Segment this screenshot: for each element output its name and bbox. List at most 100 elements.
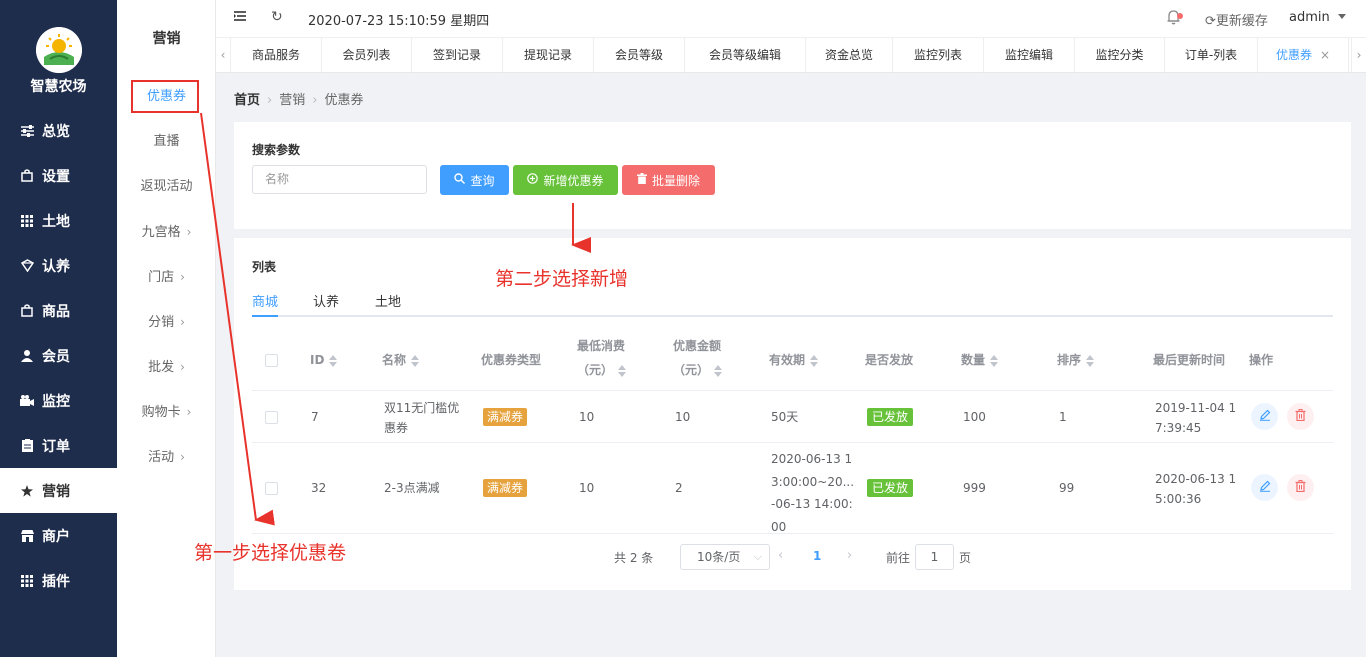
subnav-item-live[interactable]: 直播: [117, 132, 216, 152]
refresh-icon[interactable]: ↻: [271, 9, 283, 25]
page-unit-label: 页: [959, 551, 972, 565]
chevron-right-icon: ›: [186, 225, 192, 239]
batch-delete-button[interactable]: 批量删除: [622, 165, 715, 195]
edit-button[interactable]: [1251, 474, 1278, 501]
camera-icon: [20, 394, 34, 408]
tab-scroll-right-icon[interactable]: ›: [1351, 38, 1366, 73]
subnav-item-store[interactable]: 门店 ›: [117, 267, 216, 287]
add-coupon-button[interactable]: 新增优惠券: [513, 165, 618, 195]
query-label: 查询: [470, 173, 495, 188]
caret-down-icon[interactable]: [1338, 14, 1346, 19]
tab-member-level-edit[interactable]: 会员等级编辑: [685, 38, 806, 73]
nav-item-adopt[interactable]: 认养: [0, 243, 117, 288]
subnav-item-lottery[interactable]: 九宫格 ›: [117, 222, 216, 242]
sort-icon[interactable]: [618, 364, 627, 377]
select-all-checkbox[interactable]: [265, 354, 278, 367]
subnav-item-distribution[interactable]: 分销 ›: [117, 312, 216, 332]
sort-icon[interactable]: [411, 354, 420, 367]
sort-icon[interactable]: [1086, 354, 1095, 367]
col-min-spend[interactable]: 最低消费 （元）: [577, 334, 627, 382]
list-tab-land[interactable]: 土地: [375, 291, 401, 310]
list-tab-adopt[interactable]: 认养: [313, 291, 339, 310]
tab-monitor-list[interactable]: 监控列表: [893, 38, 984, 73]
nav-label: 商户: [42, 528, 70, 545]
col-id-label: ID: [310, 353, 325, 367]
nav-item-monitor[interactable]: 监控: [0, 378, 117, 423]
col-name[interactable]: 名称: [382, 348, 420, 372]
col-amount[interactable]: 优惠金额 （元）: [673, 334, 723, 382]
nav-item-merchant[interactable]: 商户: [0, 513, 117, 558]
delete-button[interactable]: [1287, 403, 1314, 430]
tab-order-list[interactable]: 订单-列表: [1165, 38, 1258, 73]
subnav-label: 门店: [148, 270, 175, 285]
subnav-item-shopping-card[interactable]: 购物卡 ›: [117, 402, 216, 422]
cell-name: 2-3点满减: [384, 481, 440, 495]
refresh-cache-button[interactable]: ⟳更新缓存: [1205, 10, 1268, 29]
subnav-item-wholesale[interactable]: 批发 ›: [117, 357, 216, 377]
goto-page-input[interactable]: 1: [915, 544, 954, 570]
col-sort[interactable]: 排序: [1057, 348, 1095, 372]
tab-funds-overview[interactable]: 资金总览: [806, 38, 893, 73]
tab-goods-service[interactable]: 商品服务: [231, 38, 322, 73]
page-size-select[interactable]: 10条/页 ⌵: [680, 544, 770, 570]
subnav-label: 活动: [148, 450, 175, 465]
col-validity[interactable]: 有效期: [769, 348, 819, 372]
active-tab-indicator: [252, 315, 278, 317]
breadcrumb: 首页 › 营销 › 优惠券: [234, 89, 363, 108]
subnav-item-activity[interactable]: 活动 ›: [117, 447, 216, 467]
bell-icon[interactable]: [1166, 9, 1186, 27]
nav-item-marketing[interactable]: 营销: [0, 468, 117, 513]
sort-icon[interactable]: [329, 354, 338, 367]
edit-button[interactable]: [1251, 403, 1278, 430]
sort-icon[interactable]: [714, 364, 723, 377]
col-amount-unit: （元）: [673, 363, 710, 377]
tab-scroll-left-icon[interactable]: ‹: [216, 38, 231, 73]
col-qty[interactable]: 数量: [961, 348, 999, 372]
col-id[interactable]: ID: [310, 348, 338, 372]
breadcrumb-home[interactable]: 首页: [234, 93, 260, 108]
delete-button[interactable]: [1287, 474, 1314, 501]
row-divider: [252, 533, 1333, 534]
star-icon: [20, 484, 34, 498]
prev-page-icon[interactable]: ‹: [778, 548, 783, 563]
list-tab-mall[interactable]: 商城: [252, 291, 278, 310]
tab-member-level[interactable]: 会员等级: [594, 38, 685, 73]
cell-id: 32: [311, 481, 327, 495]
user-menu[interactable]: admin: [1289, 10, 1330, 25]
tab-monitor-edit[interactable]: 监控编辑: [984, 38, 1075, 73]
nav-item-overview[interactable]: 总览: [0, 108, 117, 153]
bag-icon: [20, 304, 34, 318]
chevron-right-icon: ›: [267, 93, 273, 108]
next-page-icon[interactable]: ›: [847, 548, 852, 563]
sort-icon[interactable]: [810, 354, 819, 367]
nav-item-orders[interactable]: 订单: [0, 423, 117, 468]
tab-checkin-records[interactable]: 签到记录: [412, 38, 503, 73]
close-icon[interactable]: ×: [1320, 48, 1330, 62]
nav-item-plugins[interactable]: 插件: [0, 558, 117, 603]
tab-withdraw-records[interactable]: 提现记录: [503, 38, 594, 73]
row-checkbox[interactable]: [265, 411, 278, 424]
tab-monitor-category[interactable]: 监控分类: [1075, 38, 1165, 73]
nav-label: 商品: [42, 303, 70, 320]
cell-sort: 1: [1059, 410, 1067, 424]
menu-toggle-icon[interactable]: [234, 10, 248, 26]
tab-coupon[interactable]: 优惠券 ×: [1258, 38, 1349, 73]
nav-item-members[interactable]: 会员: [0, 333, 117, 378]
sort-icon[interactable]: [990, 354, 999, 367]
tab-member-list[interactable]: 会员列表: [322, 38, 412, 73]
current-page[interactable]: 1: [813, 549, 821, 563]
row-checkbox[interactable]: [265, 482, 278, 495]
breadcrumb-coupon: 优惠券: [324, 93, 364, 108]
search-params-label: 搜索参数: [252, 143, 301, 157]
nav-item-land[interactable]: 土地: [0, 198, 117, 243]
cell-qty: 999: [963, 481, 986, 495]
chevron-right-icon: ›: [180, 450, 185, 464]
breadcrumb-marketing[interactable]: 营销: [279, 93, 305, 108]
name-search-input[interactable]: 名称: [252, 165, 427, 194]
nav-item-settings[interactable]: 设置: [0, 153, 117, 198]
cell-validity-line: -06-13 14:00:: [771, 497, 853, 511]
nav-item-goods[interactable]: 商品: [0, 288, 117, 333]
query-button[interactable]: 查询: [440, 165, 509, 195]
cell-updated-line: 2020-06-13 1: [1155, 472, 1237, 486]
subnav-item-cashback[interactable]: 返现活动: [117, 177, 216, 197]
